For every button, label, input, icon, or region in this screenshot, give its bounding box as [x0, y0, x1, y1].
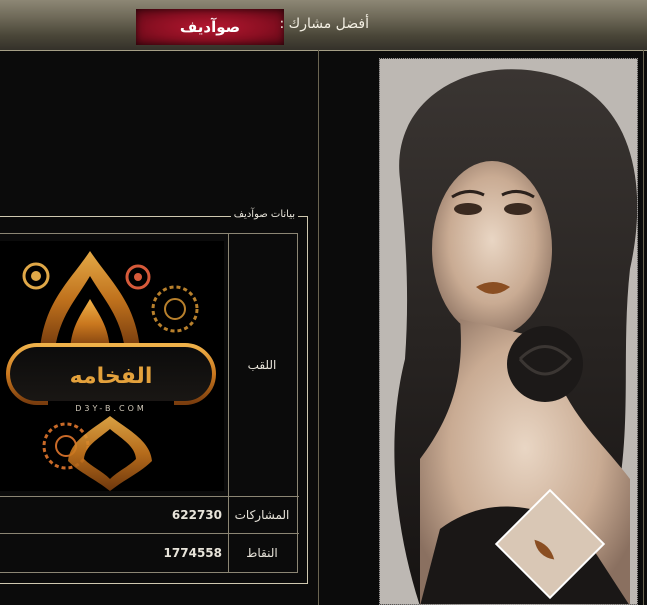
column-divider	[318, 50, 319, 605]
top-member-name[interactable]: صوآديف	[180, 18, 240, 36]
points-label: النقاط	[228, 534, 295, 572]
member-portrait-image[interactable]	[379, 58, 638, 605]
column-divider-right	[643, 50, 644, 605]
top-poster-bar: صوآديف أفضل مشارك :	[0, 0, 647, 51]
top-poster-label: أفضل مشارك :	[279, 16, 370, 32]
member-data-legend: بيانات صوآديف	[230, 209, 298, 220]
posts-value: 622730	[171, 508, 222, 522]
ornament-logo: الفخامه D3Y-B.COM	[0, 241, 224, 491]
member-title-image: الفخامه D3Y-B.COM	[0, 241, 224, 491]
logo-main-text: الفخامه	[70, 364, 153, 389]
top-member-badge[interactable]: صوآديف	[136, 9, 284, 45]
posts-label: المشاركات	[228, 497, 295, 533]
portrait-illustration	[380, 59, 637, 604]
logo-site-text: D3Y-B.COM	[75, 404, 147, 413]
title-label: اللقب	[228, 234, 295, 496]
points-value: 1774558	[163, 546, 222, 560]
